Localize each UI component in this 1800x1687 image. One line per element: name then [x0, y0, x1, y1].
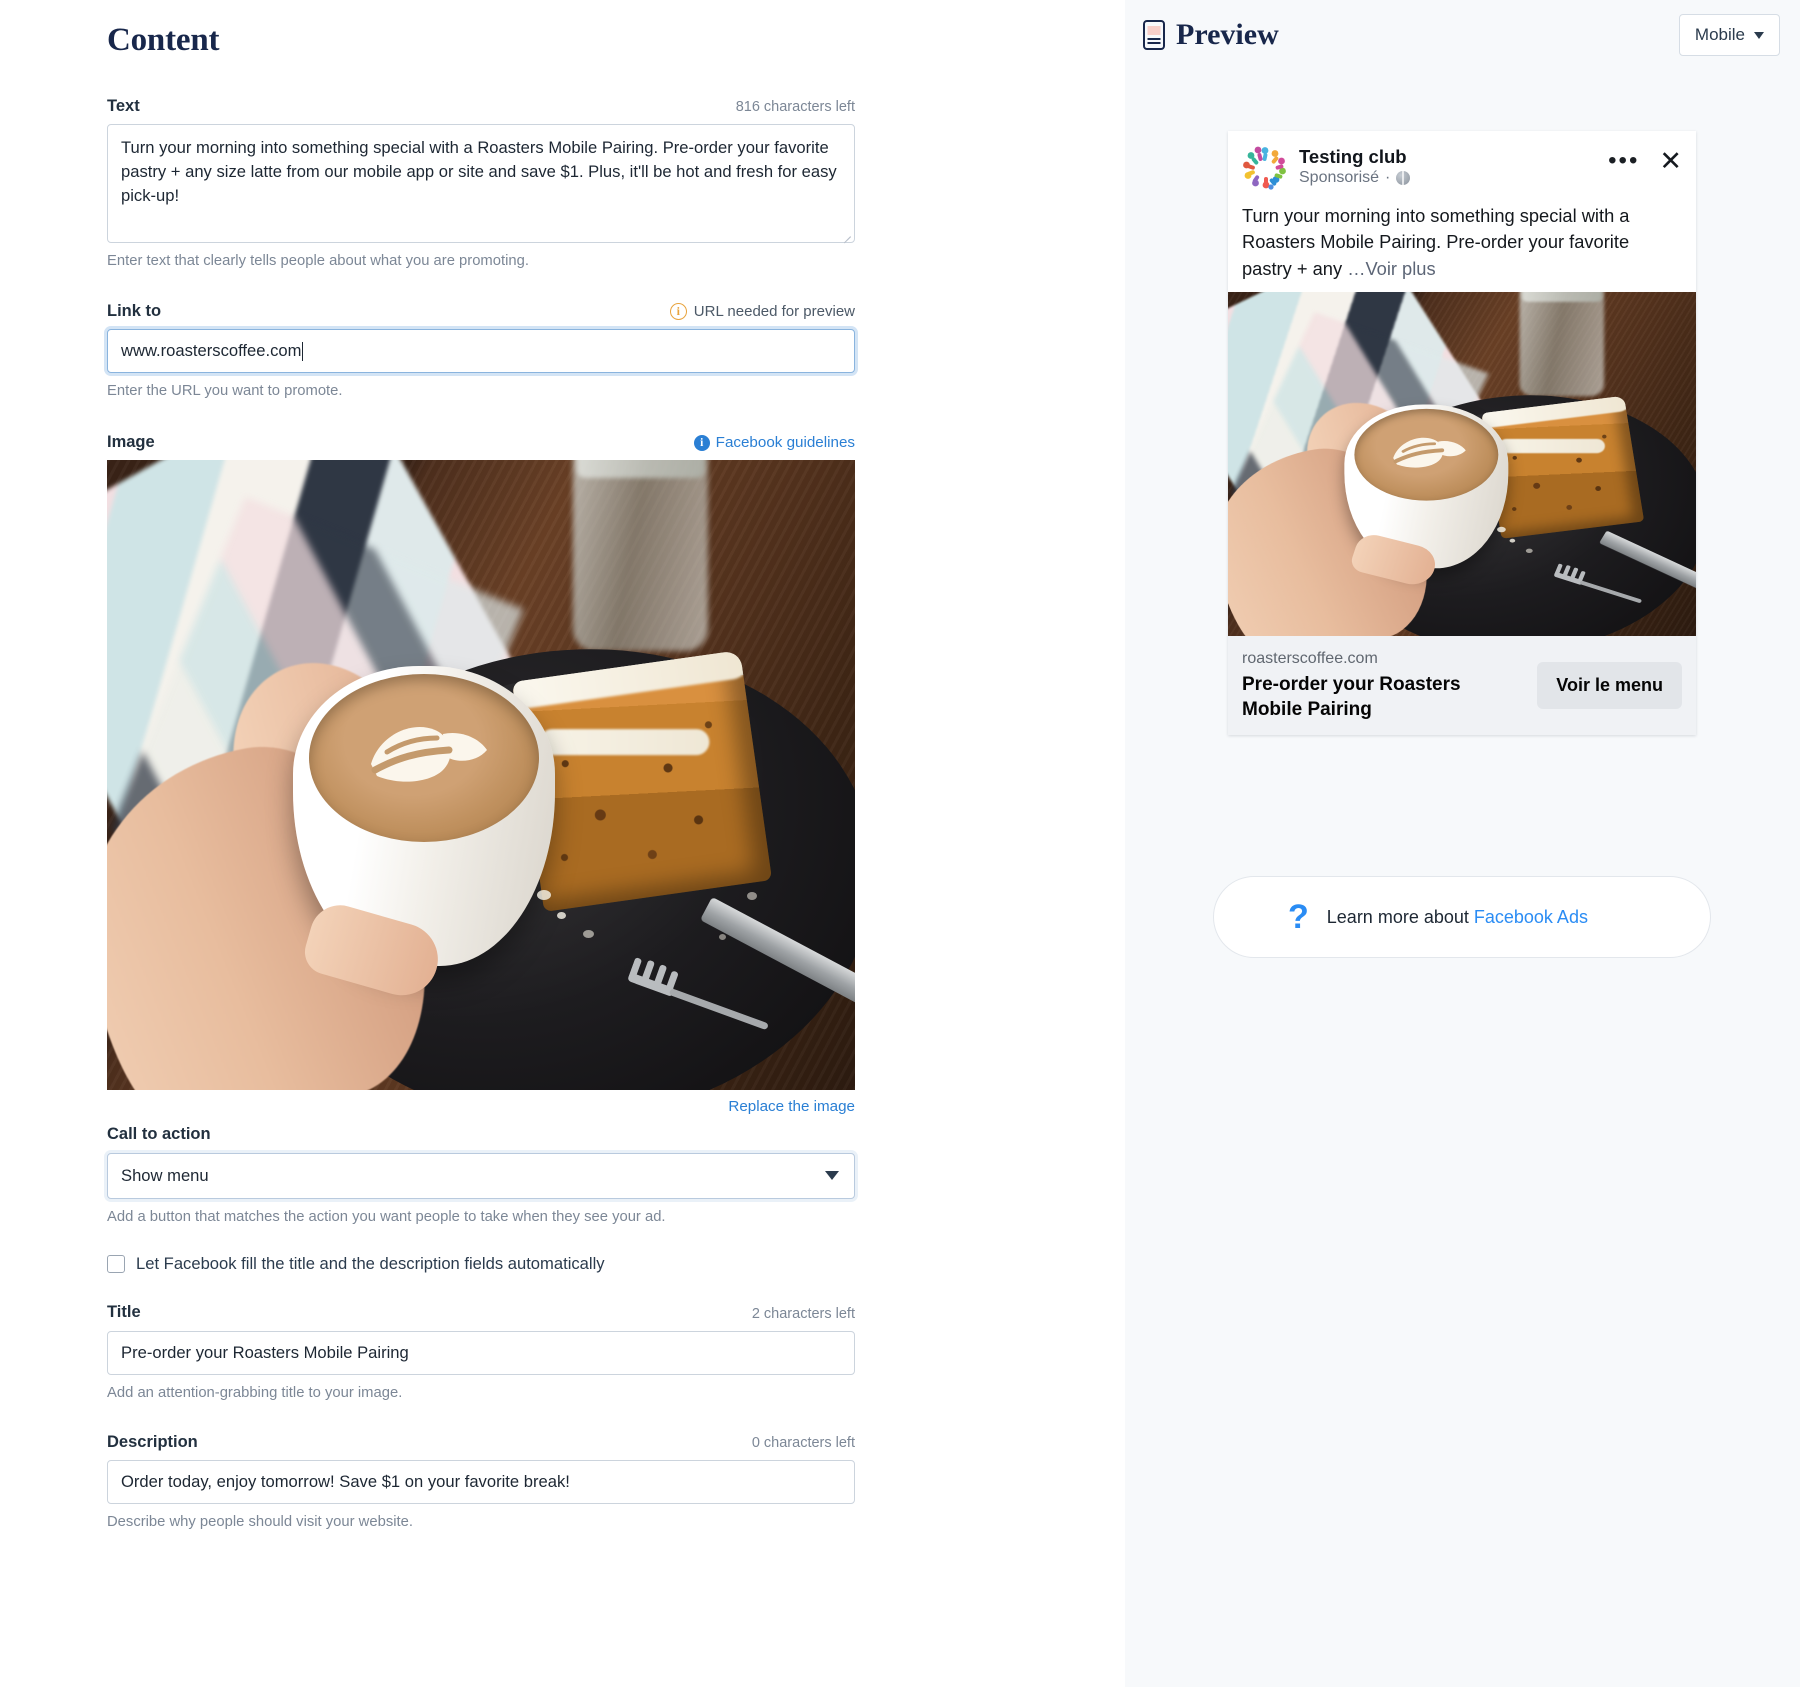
text-field-group: Text 816 characters left Enter text that…	[107, 97, 855, 272]
description-input-value: Order today, enjoy tomorrow! Save $1 on …	[121, 1471, 570, 1491]
ad-link-info: roasterscoffee.com Pre-order your Roaste…	[1242, 649, 1472, 722]
info-circle-icon: i	[669, 303, 687, 321]
learn-more-card[interactable]: ? Learn more about Facebook Ads	[1213, 876, 1711, 958]
replace-image-link[interactable]: Replace the image	[728, 1098, 855, 1115]
link-field-header: Link to i URL needed for preview	[107, 302, 855, 321]
autofill-checkbox[interactable]	[107, 1255, 125, 1274]
ad-see-more-link[interactable]: …Voir plus	[1347, 258, 1435, 279]
ad-card-actions: ••• ✕	[1608, 145, 1682, 175]
autofill-checkbox-row[interactable]: Let Facebook fill the title and the desc…	[107, 1254, 1018, 1274]
crumb	[1525, 548, 1533, 554]
description-field-header: Description 0 characters left	[107, 1433, 855, 1451]
title-field-header: Title 2 characters left	[107, 1303, 855, 1321]
ad-sponsored-row: Sponsorisé ·	[1299, 169, 1608, 187]
globe-icon	[1396, 171, 1411, 186]
description-field-help: Describe why people should visit your we…	[107, 1513, 413, 1530]
text-caret	[302, 341, 304, 361]
content-form-panel: Content Text 816 characters left Enter t…	[0, 0, 1125, 1687]
image-field-group: Image i Facebook guidelines Replace the …	[107, 433, 855, 1115]
description-input[interactable]: Order today, enjoy tomorrow! Save $1 on …	[107, 1459, 855, 1504]
preview-title-wrap: Preview	[1143, 18, 1279, 52]
cta-select[interactable]: Show menu	[107, 1152, 855, 1199]
cta-field-header: Call to action	[107, 1125, 855, 1143]
ad-page-info: Testing club Sponsorisé ·	[1299, 145, 1608, 187]
title-characters-left: 2 characters left	[751, 1305, 855, 1322]
device-selector-button[interactable]: Mobile	[1678, 14, 1780, 56]
learn-more-text: Learn more about Facebook Ads	[1327, 907, 1588, 928]
ad-cta-button[interactable]: Voir le menu	[1537, 662, 1682, 709]
ad-preview-card: Testing club Sponsorisé · ••• ✕ Turn you…	[1228, 131, 1696, 735]
text-characters-left: 816 characters left	[735, 99, 855, 116]
ad-link-headline: Pre-order your Roasters Mobile Pairing	[1242, 673, 1461, 720]
chevron-down-icon	[1754, 31, 1764, 39]
text-field-label: Text	[107, 97, 140, 115]
ad-image-preview[interactable]	[107, 460, 855, 1091]
ad-sponsored-separator: ·	[1385, 169, 1391, 187]
autofill-checkbox-label: Let Facebook fill the title and the desc…	[136, 1254, 605, 1274]
url-needed-warning-text: URL needed for preview	[693, 303, 855, 321]
cake-icing-layer	[1498, 438, 1605, 454]
cta-field-label: Call to action	[107, 1125, 211, 1144]
preview-panel: Preview Mobile Testing club Sponsorisé ·…	[1125, 0, 1800, 1687]
ad-card-image-content	[1228, 292, 1696, 637]
title-input-value: Pre-order your Roasters Mobile Pairing	[121, 1342, 409, 1362]
ad-card-image[interactable]	[1228, 292, 1696, 637]
title-field-label: Title	[107, 1303, 141, 1322]
description-characters-left: 0 characters left	[751, 1434, 855, 1451]
cta-field-group: Call to action Show menu Add a button th…	[107, 1125, 855, 1227]
cta-select-value: Show menu	[121, 1165, 209, 1185]
learn-more-link[interactable]: Facebook Ads	[1474, 907, 1588, 927]
ad-card-header: Testing club Sponsorisé · ••• ✕	[1228, 131, 1696, 191]
description-field-label: Description	[107, 1432, 198, 1451]
ad-link-footer: roasterscoffee.com Pre-order your Roaste…	[1228, 636, 1696, 735]
replace-image-row: Replace the image	[107, 1098, 855, 1115]
chevron-down-icon	[825, 1171, 839, 1180]
text-input[interactable]	[107, 124, 855, 244]
ad-body-text-wrap: Turn your morning into something special…	[1228, 191, 1696, 292]
glass-jar	[1519, 292, 1605, 397]
text-textarea-wrap	[107, 124, 855, 244]
device-selector-value: Mobile	[1694, 25, 1745, 44]
info-circle-icon: i	[693, 434, 710, 451]
text-field-help: Enter text that clearly tells people abo…	[107, 253, 529, 270]
facebook-guidelines-link[interactable]: i Facebook guidelines	[693, 434, 855, 452]
preview-title: Preview	[1176, 18, 1279, 51]
ad-body-text: Turn your morning into something special…	[1242, 205, 1630, 279]
ad-page-name[interactable]: Testing club	[1299, 145, 1608, 168]
glass-jar	[573, 460, 708, 652]
title-input[interactable]: Pre-order your Roasters Mobile Pairing	[107, 1330, 855, 1375]
title-field-group: Title 2 characters left Pre-order your R…	[107, 1303, 855, 1403]
url-needed-warning: i URL needed for preview	[669, 303, 855, 321]
link-input-value: www.roasterscoffee.com	[121, 341, 302, 361]
preview-header: Preview Mobile	[1125, 0, 1800, 56]
learn-more-prefix: Learn more about	[1326, 906, 1474, 927]
ad-sponsored-label: Sponsorisé	[1299, 169, 1380, 187]
cta-field-help: Add a button that matches the action you…	[107, 1208, 666, 1225]
glass-jar-rim	[1522, 292, 1603, 302]
text-field-header: Text 816 characters left	[107, 97, 855, 115]
page-title: Content	[107, 22, 220, 58]
close-icon[interactable]: ✕	[1659, 148, 1682, 175]
mobile-phone-icon	[1143, 20, 1165, 50]
question-mark-icon: ?	[1288, 898, 1309, 936]
ad-editor-screen: Content Text 816 characters left Enter t…	[0, 0, 1800, 1687]
crumb	[1509, 538, 1516, 543]
crumb	[1497, 526, 1506, 533]
link-input[interactable]: www.roasterscoffee.com	[107, 329, 855, 374]
cake-icing-layer	[539, 729, 710, 756]
avatar-people-ring-icon[interactable]	[1242, 145, 1288, 191]
link-field-help: Enter the URL you want to promote.	[107, 383, 343, 400]
link-field-group: Link to i URL needed for preview www.roa…	[107, 302, 855, 402]
facebook-guidelines-label: Facebook guidelines	[715, 434, 855, 452]
latte-art-leaf	[357, 706, 497, 802]
description-field-group: Description 0 characters left Order toda…	[107, 1433, 855, 1533]
image-field-label: Image	[107, 433, 155, 452]
image-field-header: Image i Facebook guidelines	[107, 433, 855, 451]
ad-link-domain: roasterscoffee.com	[1242, 650, 1378, 668]
glass-jar-rim	[577, 460, 705, 479]
latte-art-leaf	[1384, 426, 1472, 478]
title-field-help: Add an attention-grabbing title to your …	[107, 1384, 403, 1401]
link-field-label: Link to	[107, 302, 162, 321]
ellipsis-icon[interactable]: •••	[1608, 149, 1639, 173]
